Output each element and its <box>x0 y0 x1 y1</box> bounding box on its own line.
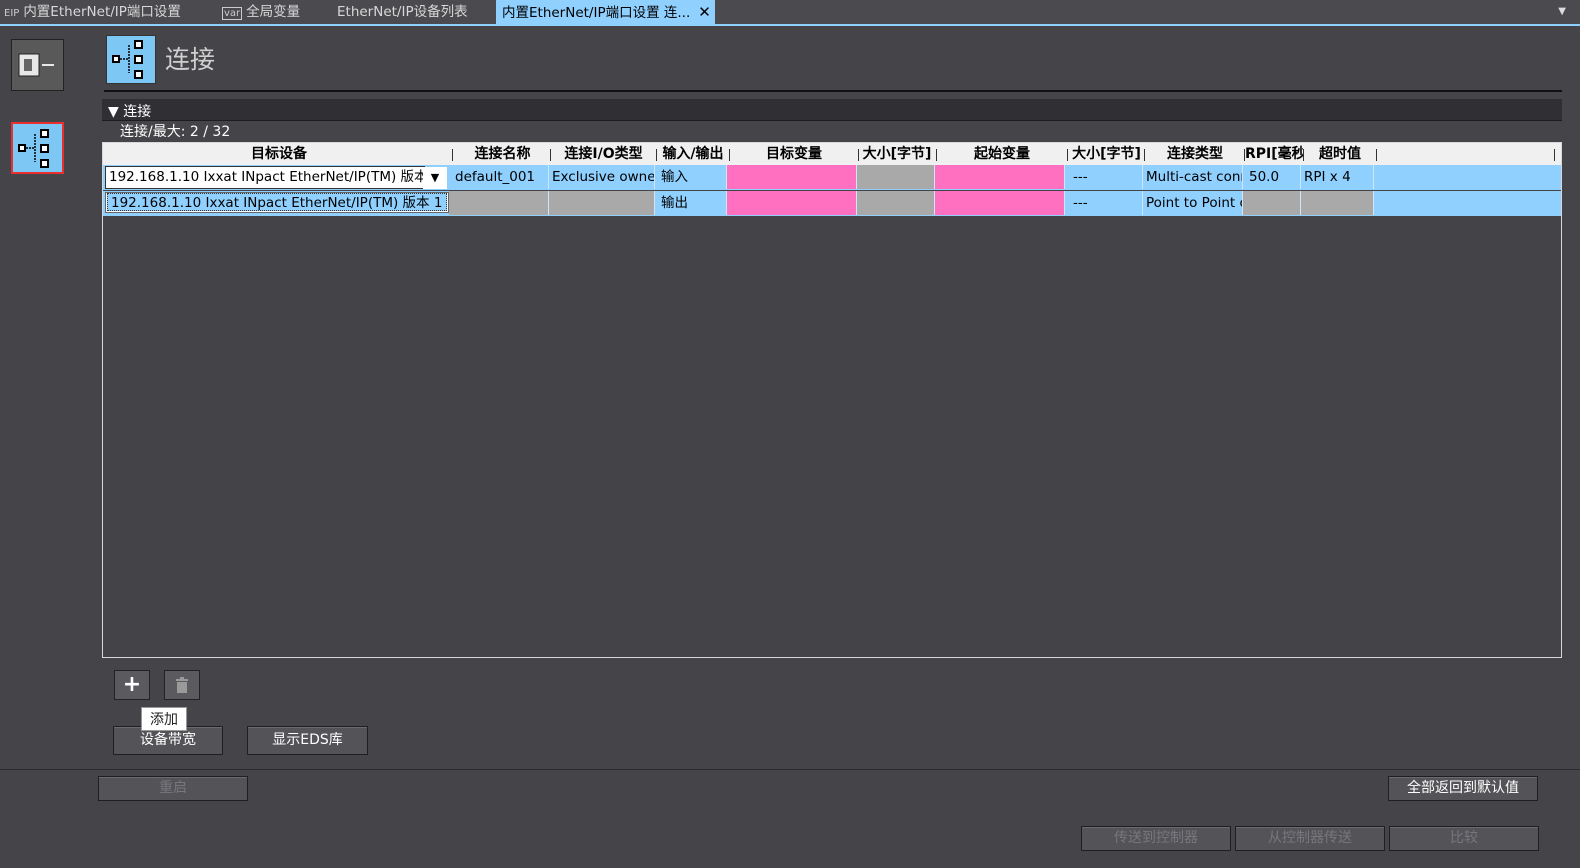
dropdown-option[interactable]: 192.168.1.10 Ixxat INpact EtherNet/IP(TM… <box>107 193 447 211</box>
tab-accent-line <box>0 24 1580 26</box>
col-separator <box>550 149 551 161</box>
col-rpi[interactable]: RPI[毫秒] <box>1245 143 1303 165</box>
cell-timeout[interactable] <box>1301 191 1374 215</box>
var-icon: var <box>222 7 243 20</box>
cell-size-bytes[interactable] <box>857 165 935 189</box>
col-separator <box>452 149 453 161</box>
trash-icon <box>176 677 188 693</box>
col-connection-name[interactable]: 连接名称 <box>455 143 550 165</box>
col-connection-type[interactable]: 连接类型 <box>1146 143 1244 165</box>
add-tooltip: 添加 <box>141 707 187 731</box>
col-target-variable[interactable]: 目标变量 <box>730 143 858 165</box>
cell-timeout[interactable]: RPI x 4 <box>1301 165 1374 189</box>
cell-size-bytes-2: --- <box>1065 165 1143 189</box>
rail-device-button[interactable] <box>11 39 64 91</box>
cell-connection-type[interactable]: Point to Point connection <box>1143 191 1243 215</box>
chevron-down-icon[interactable]: ▼ <box>1558 6 1566 17</box>
tab-label: 内置EtherNet/IP端口设置 连... <box>502 5 691 21</box>
col-separator <box>1144 149 1145 161</box>
eip-icon: EIP <box>4 8 20 19</box>
connection-table <box>102 142 1562 658</box>
col-input-output[interactable]: 输入/输出 <box>657 143 729 165</box>
plus-icon: + <box>122 672 142 697</box>
col-separator <box>1376 149 1377 161</box>
col-timeout[interactable]: 超时值 <box>1305 143 1375 165</box>
tab-global-variables[interactable]: var 全局变量 <box>222 0 300 24</box>
section-header-bar[interactable] <box>102 99 1562 121</box>
col-start-variable[interactable]: 起始变量 <box>938 143 1066 165</box>
transfer-to-controller-button[interactable]: 传送到控制器 <box>1081 826 1231 851</box>
panel-divider <box>0 769 1580 770</box>
cell-start-variable[interactable] <box>935 165 1065 189</box>
cell-start-variable[interactable] <box>935 191 1065 215</box>
section-title[interactable]: ▼ 连接 <box>108 101 151 121</box>
show-eds-library-button[interactable]: 显示EDS库 <box>247 726 368 755</box>
tab-label: 全局变量 <box>246 4 301 20</box>
connection-header-icon <box>106 35 156 84</box>
tab-device-list[interactable]: EtherNet/IP设备列表 <box>337 0 468 24</box>
col-size-bytes-2[interactable]: 大小[字节] <box>1069 143 1144 165</box>
col-separator <box>858 149 859 161</box>
cell-connection-type[interactable]: Multi-cast connection <box>1143 165 1243 189</box>
tab-label: 内置EtherNet/IP端口设置 <box>23 4 181 20</box>
chevron-down-icon[interactable]: ▼ <box>423 167 447 189</box>
cell-connection-name[interactable]: default_001 <box>452 165 549 189</box>
col-separator <box>1554 149 1555 161</box>
delete-connection-button[interactable] <box>164 670 200 700</box>
cell-size-bytes[interactable] <box>857 191 935 215</box>
connection-icon <box>13 124 62 172</box>
cell-io-type[interactable] <box>549 191 655 215</box>
cell-connection-name[interactable] <box>449 191 549 215</box>
tab-builtin-port-settings[interactable]: EIP 内置EtherNet/IP端口设置 <box>4 0 181 24</box>
close-icon[interactable]: ✕ <box>698 3 711 21</box>
compare-button[interactable]: 比较 <box>1389 826 1539 851</box>
tab-label: EtherNet/IP设备列表 <box>337 4 468 20</box>
cell-input-output[interactable]: 输入 <box>658 165 727 189</box>
cell-input-output[interactable]: 输出 <box>658 191 727 215</box>
page-title: 连接 <box>165 45 216 74</box>
col-separator <box>936 149 937 161</box>
col-target-device[interactable]: 目标设备 <box>104 143 454 165</box>
col-separator <box>1067 149 1068 161</box>
col-separator <box>1303 149 1304 161</box>
cell-size-bytes-2: --- <box>1065 191 1143 215</box>
target-device-combo[interactable]: 192.168.1.10 Ixxat INpact EtherNet/IP(TM… <box>105 166 425 189</box>
cell-target-variable[interactable] <box>727 165 857 189</box>
add-connection-button[interactable]: + <box>114 670 150 700</box>
cell-rpi[interactable] <box>1243 191 1301 215</box>
rail-connection-button[interactable] <box>11 122 64 174</box>
transfer-from-controller-button[interactable]: 从控制器传送 <box>1235 826 1385 851</box>
col-size-bytes[interactable]: 大小[字节] <box>860 143 934 165</box>
cell-target-variable[interactable] <box>727 191 857 215</box>
cell-io-type[interactable]: Exclusive owner <box>549 165 655 189</box>
col-io-type[interactable]: 连接I/O类型 <box>552 143 655 165</box>
header-divider <box>104 90 1562 92</box>
restart-button[interactable]: 重启 <box>98 776 248 801</box>
device-icon <box>18 53 54 77</box>
cell-rpi[interactable]: 50.0 <box>1243 165 1301 189</box>
connection-count: 连接/最大: 2 / 32 <box>120 124 231 140</box>
reset-all-defaults-button[interactable]: 全部返回到默认值 <box>1388 776 1538 801</box>
tab-connection-settings[interactable]: 内置EtherNet/IP端口设置 连... ✕ <box>496 0 715 24</box>
